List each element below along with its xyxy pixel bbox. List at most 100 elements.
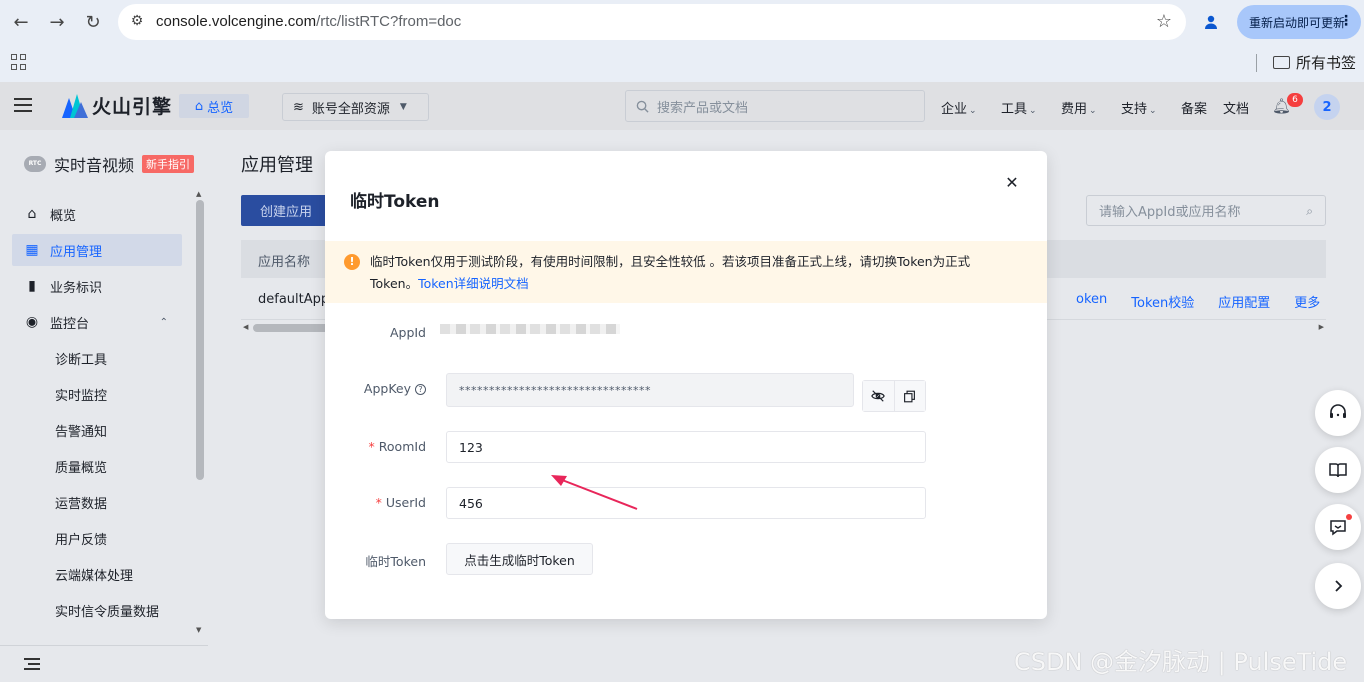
profile-icon[interactable] (1198, 9, 1224, 35)
generate-token-button[interactable]: 点击生成临时Token (446, 543, 593, 575)
token-label: 临时Token (365, 554, 426, 569)
site-info-icon[interactable]: ⚙ (128, 13, 146, 31)
sidebar-item-business-id[interactable]: ▮ 业务标识 (12, 270, 182, 302)
sidebar-subitem-signaling-quality[interactable]: 实时信令质量数据 (55, 601, 159, 620)
sidebar-item-overview[interactable]: ⌂ 概览 (12, 198, 182, 230)
menu-tools[interactable]: 工具 ⌄ (1001, 98, 1037, 117)
appkey-field: ******************************** (446, 373, 854, 407)
scroll-thumb[interactable] (253, 324, 333, 332)
console-top-nav: 火山引擎 ⌂ 总览 ≋ 账号全部资源 ▼ 搜索产品或文档 企业 ⌄ 工具 ⌄ 费用 ⌄… (0, 82, 1364, 130)
menu-docs[interactable]: 文档 (1223, 98, 1249, 117)
warning-alert: ! 临时Token仅用于测试阶段，有使用时间限制，且安全性较低 。若该项目准备正… (325, 241, 1047, 303)
scroll-right-icon[interactable]: ▶ (1319, 323, 1324, 331)
rtc-cloud-icon: RTC (24, 156, 46, 172)
sidebar-subitem-diagnosis[interactable]: 诊断工具 (55, 349, 107, 368)
appkey-label: AppKey? (364, 381, 426, 396)
resource-selector[interactable]: ≋ 账号全部资源 ▼ (282, 93, 429, 121)
menu-enterprise[interactable]: 企业 ⌄ (941, 98, 977, 117)
bookmarks-divider (1256, 54, 1257, 72)
token-doc-link[interactable]: Token详细说明文档 (418, 276, 529, 291)
scroll-down-icon[interactable]: ▼ (196, 626, 201, 634)
sidebar: RTC 实时音视频 新手指引 ⌂ 概览 ▦ 应用管理 ▮ 业务标识 ◉ 监控台 … (0, 130, 208, 682)
url-text[interactable]: console.volcengine.com/rtc/listRTC?from=… (156, 13, 461, 30)
sidebar-subitem-alerts[interactable]: 告警通知 (55, 421, 107, 440)
overview-button[interactable]: ⌂ 总览 (179, 94, 249, 118)
search-icon (636, 100, 649, 113)
chevron-up-icon[interactable]: ⌃ (160, 317, 168, 328)
app-config-link[interactable]: 应用配置 (1218, 292, 1270, 311)
menu-icp[interactable]: 备案 (1181, 98, 1207, 117)
help-icon[interactable]: ? (415, 384, 426, 395)
sidebar-subitem-quality[interactable]: 质量概览 (55, 457, 107, 476)
sidebar-scrollbar[interactable] (196, 200, 204, 480)
global-search-input[interactable]: 搜索产品或文档 (625, 90, 925, 122)
annotation-arrow (551, 475, 638, 510)
menu-support[interactable]: 支持 ⌄ (1121, 98, 1157, 117)
roomid-input[interactable]: 123 (446, 431, 926, 463)
brand-logo[interactable]: 火山引擎 (62, 92, 172, 119)
sidebar-subitem-cloud-media[interactable]: 云端媒体处理 (55, 565, 133, 584)
scroll-up-icon[interactable]: ▲ (196, 190, 201, 198)
modal-title: 临时Token (350, 192, 440, 212)
token-verify-link[interactable]: Token校验 (1131, 292, 1194, 311)
appid-label: AppId (389, 325, 426, 340)
chevron-down-icon: ▼ (399, 102, 407, 112)
volcano-logo-icon (62, 93, 88, 118)
update-label: 重新启动即可更新 (1249, 15, 1346, 30)
roomid-label: * RoomId (368, 439, 426, 454)
forward-icon[interactable]: → (44, 9, 70, 35)
customer-service-icon[interactable] (1315, 390, 1361, 436)
menu-icon[interactable] (14, 98, 32, 112)
collapse-sidebar-icon[interactable] (24, 658, 40, 670)
grid-icon: ▦ (25, 242, 39, 258)
chevron-down-icon: ⌄ (1149, 106, 1157, 116)
sidebar-subitem-operations[interactable]: 运营数据 (55, 493, 107, 512)
all-bookmarks-folder[interactable]: 所有书签 (1273, 52, 1356, 73)
copy-icon[interactable] (893, 381, 925, 411)
app-search-input[interactable]: 请输入AppId或应用名称 ⌕ (1086, 195, 1326, 226)
folder-icon (1273, 56, 1290, 69)
bookmarks-bar: 所有书签 (0, 44, 1364, 82)
product-name: 实时音视频 (54, 156, 135, 175)
sidebar-item-label: 概览 (50, 208, 77, 224)
search-icon[interactable]: ⌕ (1306, 204, 1313, 219)
more-link[interactable]: 更多 (1294, 292, 1320, 311)
apps-grid-icon[interactable] (11, 54, 27, 70)
sidebar-subitem-realtime-monitor[interactable]: 实时监控 (55, 385, 107, 404)
bookmark-star-icon[interactable]: ☆ (1156, 11, 1172, 32)
notification-badge: 6 (1287, 93, 1303, 107)
warning-icon: ! (344, 254, 360, 270)
userid-label: * UserId (375, 495, 426, 510)
guide-tag[interactable]: 新手指引 (142, 155, 195, 173)
docs-book-icon[interactable] (1315, 447, 1361, 493)
eye-off-icon[interactable] (863, 381, 894, 411)
scroll-left-icon[interactable]: ◀ (243, 323, 248, 331)
update-button[interactable]: 重新启动即可更新 ⋮ (1237, 5, 1361, 39)
sidebar-item-app-management[interactable]: ▦ 应用管理 (12, 234, 182, 266)
sidebar-subitem-feedback[interactable]: 用户反馈 (55, 529, 107, 548)
appkey-actions (862, 380, 926, 412)
close-icon[interactable]: ✕ (1003, 173, 1021, 192)
chevron-down-icon: ⌄ (1029, 106, 1037, 116)
bookmark-icon: ▮ (28, 278, 36, 294)
column-app-name: 应用名称 (258, 255, 311, 270)
avatar[interactable]: 2 (1314, 94, 1340, 120)
monitor-icon: ◉ (25, 314, 39, 330)
address-bar[interactable]: ⚙ console.volcengine.com/rtc/listRTC?fro… (118, 4, 1186, 40)
back-icon[interactable]: ← (8, 9, 34, 35)
row-actions: oken Token校验 应用配置 更多 (1076, 292, 1320, 311)
feedback-icon[interactable] (1315, 504, 1361, 550)
home-icon: ⌂ (27, 206, 37, 222)
chevron-right-icon[interactable] (1315, 563, 1361, 609)
sidebar-divider (0, 645, 208, 646)
more-vert-icon[interactable]: ⋮ (1339, 13, 1353, 29)
create-app-button[interactable]: 创建应用 (241, 195, 331, 226)
userid-input[interactable]: 456 (446, 487, 926, 519)
menu-billing[interactable]: 费用 ⌄ (1061, 98, 1097, 117)
search-placeholder: 搜索产品或文档 (657, 100, 749, 116)
reload-icon[interactable]: ↻ (80, 9, 106, 35)
temp-token-link[interactable]: oken (1076, 292, 1107, 311)
sidebar-item-monitor[interactable]: ◉ 监控台 ⌃ (12, 306, 182, 338)
overview-label: 总览 (207, 100, 234, 116)
appid-value-redacted (440, 324, 620, 334)
